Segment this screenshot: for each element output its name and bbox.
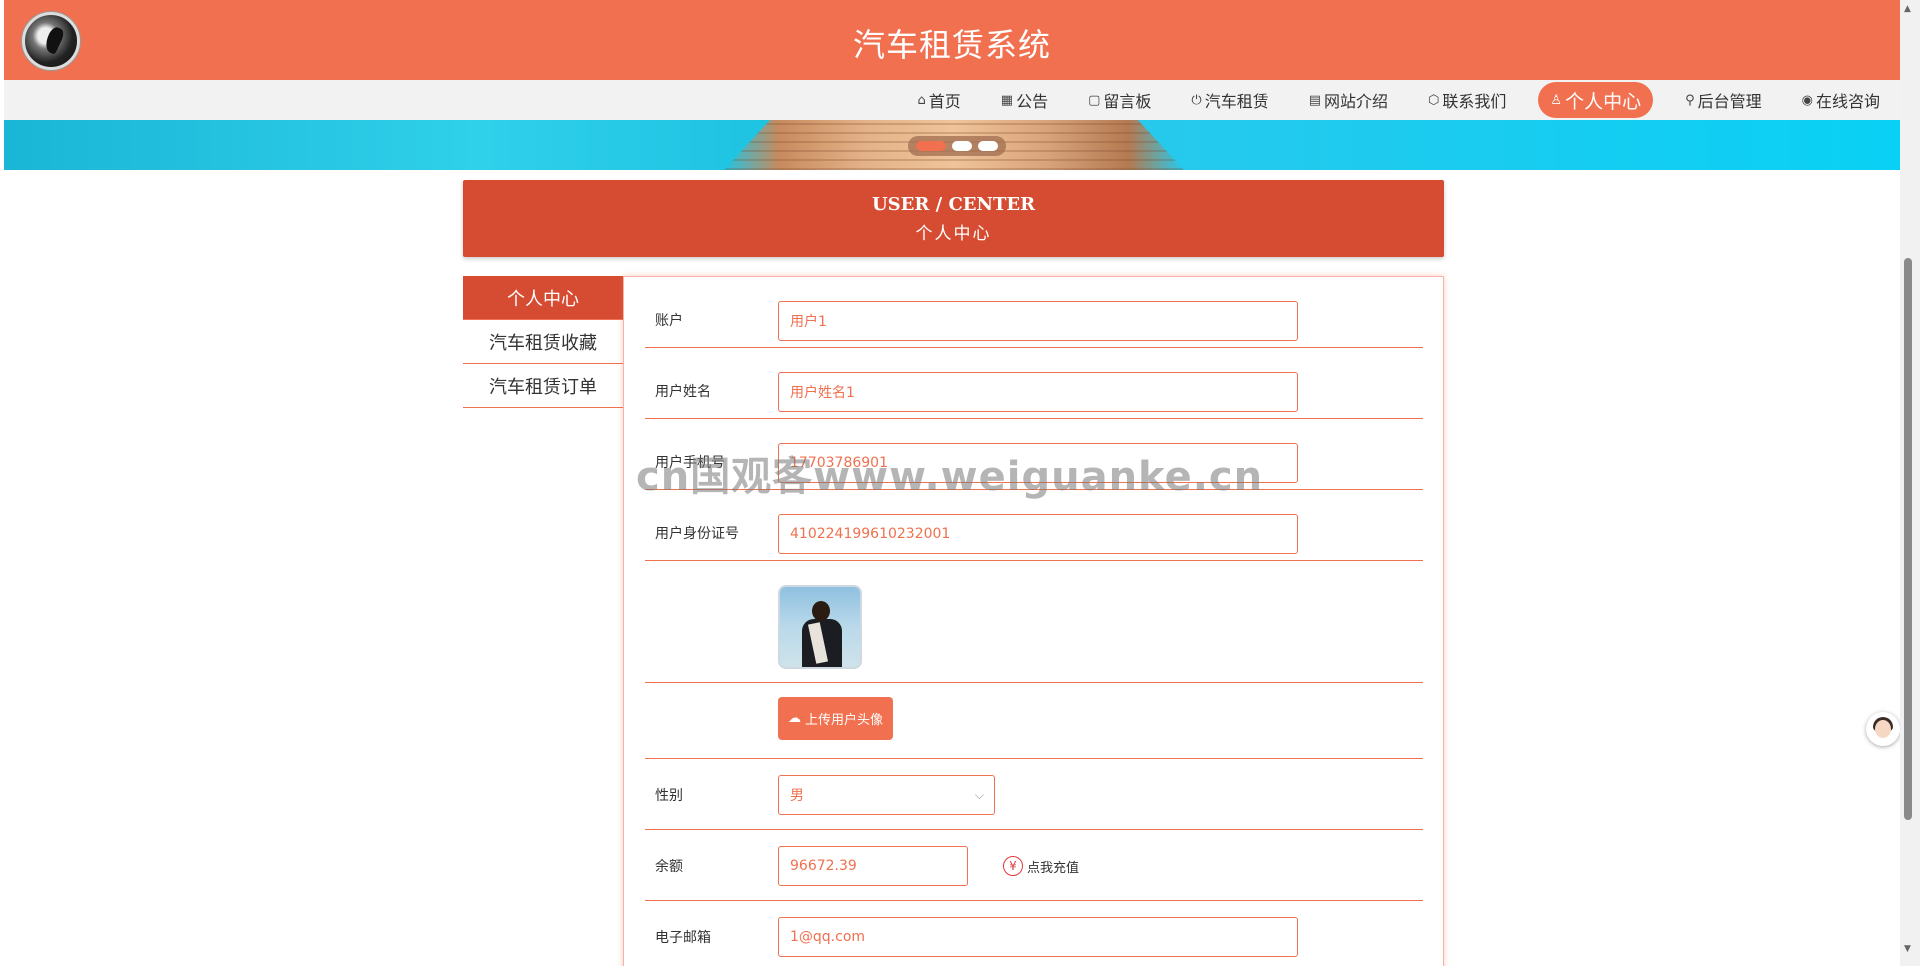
nav-item-5[interactable]: ▤ 网站介绍 — [1289, 82, 1408, 118]
nav-item-label: 公告 — [1016, 92, 1049, 111]
email-label: 电子邮箱 — [655, 930, 711, 946]
nav-item-label: 网站介绍 — [1324, 92, 1389, 111]
form-row-idcard: 用户身份证号 410224199610232001 — [645, 514, 1423, 561]
idcard-field[interactable]: 410224199610232001 — [778, 514, 1298, 554]
carousel-dot-2[interactable] — [952, 141, 972, 151]
scroll-up-arrow[interactable]: ▲ — [1904, 4, 1911, 14]
gender-selected-value: 男 — [790, 788, 804, 804]
note-icon: ▢ — [1088, 92, 1101, 108]
balance-field[interactable]: 96672.39 — [778, 846, 968, 886]
nav-item-label: 在线咨询 — [1815, 92, 1880, 111]
section-title-en: USER / CENTER — [871, 194, 1036, 215]
carousel-indicators — [908, 136, 1006, 156]
form-row-balance: 余额 96672.39 ¥ 点我充值 — [645, 830, 1423, 901]
user-avatar — [778, 585, 862, 669]
nav-item-label: 个人中心 — [1565, 90, 1642, 113]
form-row-upload: ☁ 上传用户头像 — [645, 683, 1423, 759]
home-icon: ⌂ — [917, 92, 926, 108]
section-title-zh: 个人中心 — [915, 224, 992, 244]
nav-item-4[interactable]: ⏻ 汽车租赁 — [1171, 82, 1288, 118]
nav-item-label: 联系我们 — [1442, 92, 1507, 111]
power-icon: ⏻ — [1191, 92, 1202, 108]
nav-item-6[interactable]: ⬡ 联系我们 — [1408, 82, 1526, 118]
carousel-dot-3[interactable] — [978, 141, 998, 151]
banner-carousel — [4, 120, 1900, 170]
nav-item-2[interactable]: ▦ 公告 — [981, 82, 1068, 118]
nav-item-label: 汽车租赁 — [1204, 92, 1269, 111]
nav-item-3[interactable]: ▢ 留言板 — [1068, 82, 1171, 118]
form-row-account: 账户 用户1 — [645, 301, 1423, 348]
nav-items: ⌂ 首页 ▦ 公告 ▢ 留言板 ⏻ 汽车租赁 ▤ 网站介绍 ⬡ 联系我们 ♙ 个人中心 ⚲ 后台管理 ◉ 在线咨询 — [898, 80, 1900, 120]
form-row-gender: 性别 男 ⌵ — [645, 759, 1423, 830]
chevron-down-icon: ⌵ — [974, 788, 984, 802]
watermark-text: cn国观客www.weiguanke.cn — [636, 454, 1264, 500]
name-field[interactable]: 用户姓名1 — [778, 372, 1298, 412]
site-title: 汽车租赁系统 — [852, 26, 1051, 64]
sidebar-item-profile[interactable]: 个人中心 — [463, 276, 623, 320]
user-icon: ♙ — [1550, 92, 1563, 108]
account-label: 账户 — [655, 313, 683, 329]
email-field[interactable]: 1@qq.com — [778, 917, 1298, 957]
recharge-link[interactable]: ¥ 点我充值 — [1003, 856, 1079, 876]
balance-label: 余额 — [655, 859, 683, 875]
user-sidebar: 个人中心 汽车租赁收藏 汽车租赁订单 — [463, 276, 623, 408]
sidebar-item-favorites[interactable]: 汽车租赁收藏 — [463, 320, 623, 364]
nav-item-7[interactable]: ♙ 个人中心 — [1538, 82, 1654, 118]
nav-item-label: 留言板 — [1103, 92, 1152, 111]
scroll-down-arrow[interactable]: ▼ — [1904, 944, 1911, 954]
recharge-label: 点我充值 — [1027, 860, 1080, 876]
carousel-dot-1[interactable] — [916, 141, 946, 151]
form-row-avatar — [645, 571, 1423, 683]
cube-icon: ⬡ — [1428, 92, 1440, 108]
account-field[interactable]: 用户1 — [778, 301, 1298, 341]
nav-item-1[interactable]: ⌂ 首页 — [898, 82, 981, 118]
top-nav: ⌂ 首页 ▦ 公告 ▢ 留言板 ⏻ 汽车租赁 ▤ 网站介绍 ⬡ 联系我们 ♙ 个人中心 ⚲ 后台管理 ◉ 在线咨询 — [4, 80, 1900, 120]
gender-select[interactable]: 男 ⌵ — [778, 775, 995, 815]
upload-avatar-label: 上传用户头像 — [805, 713, 884, 728]
scrollbar-thumb[interactable] — [1904, 258, 1912, 820]
section-heading: USER / CENTER 个人中心 — [463, 180, 1444, 257]
nav-item-label: 首页 — [928, 92, 961, 111]
nav-item-9[interactable]: ◉ 在线咨询 — [1782, 82, 1900, 118]
upload-avatar-button[interactable]: ☁ 上传用户头像 — [778, 697, 894, 740]
yen-icon: ¥ — [1003, 856, 1023, 876]
name-label: 用户姓名 — [655, 384, 711, 400]
sidebar-item-orders[interactable]: 汽车租赁订单 — [463, 364, 623, 408]
floating-chat-avatar[interactable] — [1866, 712, 1900, 746]
profile-form: 账户 用户1 用户姓名 用户姓名1 用户手机号 17703786901 用户身份… — [623, 276, 1444, 966]
chat-icon: ◉ — [1801, 92, 1813, 108]
form-row-email: 电子邮箱 1@qq.com — [645, 901, 1423, 966]
nav-item-label: 后台管理 — [1697, 92, 1762, 111]
gift-icon: ▤ — [1308, 92, 1322, 108]
nav-item-8[interactable]: ⚲ 后台管理 — [1665, 82, 1782, 118]
cloud-upload-icon: ☁ — [788, 711, 801, 726]
gender-label: 性别 — [655, 788, 683, 804]
site-header: 汽车租赁系统 — [4, 0, 1900, 80]
link-icon: ⚲ — [1685, 92, 1695, 108]
notice-icon: ▦ — [1000, 92, 1014, 108]
idcard-label: 用户身份证号 — [655, 526, 739, 542]
form-row-name: 用户姓名 用户姓名1 — [645, 372, 1423, 419]
